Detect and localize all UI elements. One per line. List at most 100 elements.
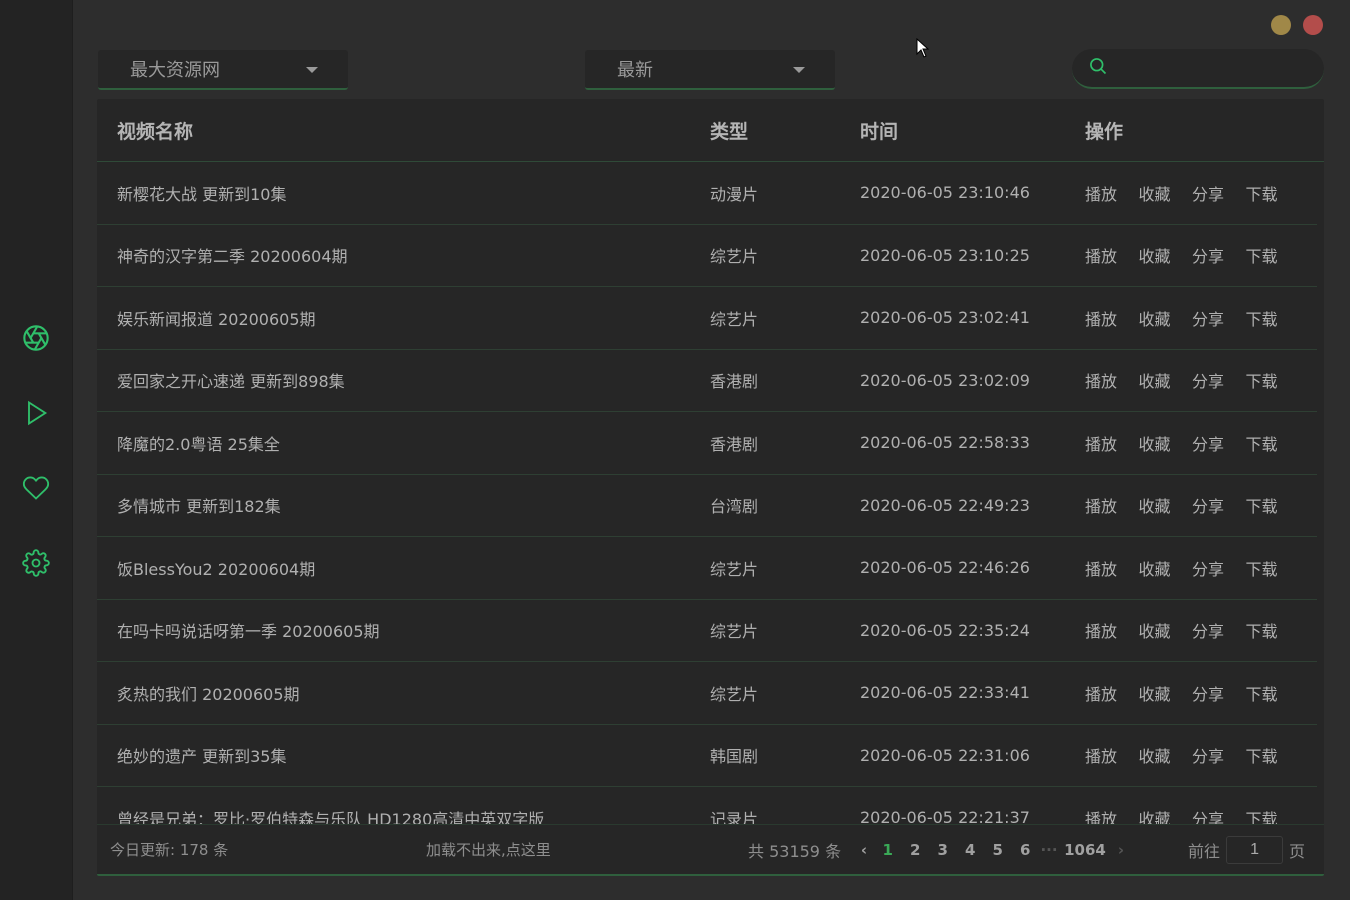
share-button[interactable]: 分享	[1192, 618, 1246, 642]
play-button[interactable]: 播放	[1085, 618, 1139, 642]
share-button[interactable]: 分享	[1192, 306, 1246, 330]
video-time: 2020-06-05 22:21:37	[860, 808, 1030, 824]
download-button[interactable]: 下载	[1246, 743, 1300, 767]
next-page-icon[interactable]: ›	[1111, 841, 1131, 859]
play-button[interactable]: 播放	[1085, 368, 1139, 392]
share-button[interactable]: 分享	[1192, 243, 1246, 267]
play-icon[interactable]	[18, 395, 54, 431]
video-name: 饭BlessYou2 20200604期	[117, 559, 316, 579]
row-actions: 播放 收藏 分享 下载	[1085, 493, 1317, 517]
video-name: 多情城市 更新到182集	[117, 497, 281, 517]
favorite-button[interactable]: 收藏	[1139, 368, 1193, 392]
play-button[interactable]: 播放	[1085, 431, 1139, 455]
page-number[interactable]: 2	[902, 841, 930, 859]
video-name: 降魔的2.0粤语 25集全	[117, 434, 280, 454]
download-button[interactable]: 下载	[1246, 368, 1300, 392]
goto-suffix: 页	[1289, 841, 1306, 861]
favorite-button[interactable]: 收藏	[1139, 493, 1193, 517]
mouse-cursor-icon	[916, 38, 930, 58]
page-number[interactable]: 6	[1012, 841, 1040, 859]
header-ops: 操作	[1085, 120, 1124, 143]
favorite-button[interactable]: 收藏	[1139, 681, 1193, 705]
close-button[interactable]	[1303, 15, 1323, 35]
play-button[interactable]: 播放	[1085, 493, 1139, 517]
gear-icon[interactable]	[18, 545, 54, 581]
table-row[interactable]: 神奇的汉字第二季 20200604期 综艺片 2020-06-05 23:10:25…	[97, 225, 1317, 287]
header-time: 时间	[860, 120, 899, 143]
search-box[interactable]	[1072, 49, 1324, 89]
source-select[interactable]: 最大资源网	[98, 50, 348, 90]
goto-page-input[interactable]	[1226, 835, 1284, 864]
favorite-button[interactable]: 收藏	[1139, 806, 1193, 824]
table-row[interactable]: 降魔的2.0粤语 25集全 香港剧 2020-06-05 22:58:33 播放 收藏分…	[97, 412, 1317, 475]
video-name: 神奇的汉字第二季 20200604期	[117, 247, 348, 267]
page-number[interactable]: 1	[874, 841, 902, 859]
table-row[interactable]: 娱乐新闻报道 20200605期 综艺片 2020-06-05 23:02:41 播放…	[97, 287, 1317, 350]
favorite-button[interactable]: 收藏	[1139, 306, 1193, 330]
reload-link[interactable]: 加载不出来,点这里	[426, 839, 551, 860]
download-button[interactable]: 下载	[1246, 243, 1300, 267]
table-row[interactable]: 新樱花大战 更新到10集 动漫片 2020-06-05 23:10:46 播放 收藏 分享…	[97, 162, 1317, 225]
share-button[interactable]: 分享	[1192, 181, 1246, 205]
caret-down-icon	[793, 67, 805, 73]
video-type: 综艺片	[710, 247, 759, 267]
share-button[interactable]: 分享	[1192, 806, 1246, 824]
video-type: 台湾剧	[710, 497, 759, 517]
row-actions: 播放 收藏 分享 下载	[1085, 243, 1317, 267]
favorite-button[interactable]: 收藏	[1139, 243, 1193, 267]
play-button[interactable]: 播放	[1085, 743, 1139, 767]
share-button[interactable]: 分享	[1192, 556, 1246, 580]
favorite-button[interactable]: 收藏	[1139, 743, 1193, 767]
play-button[interactable]: 播放	[1085, 306, 1139, 330]
download-button[interactable]: 下载	[1246, 556, 1300, 580]
play-button[interactable]: 播放	[1085, 556, 1139, 580]
last-page-number[interactable]: 1064	[1059, 841, 1111, 859]
download-button[interactable]: 下载	[1246, 181, 1300, 205]
minimize-button[interactable]	[1271, 15, 1291, 35]
page-ellipsis[interactable]: ···	[1039, 841, 1059, 859]
favorite-button[interactable]: 收藏	[1139, 618, 1193, 642]
table-row[interactable]: 曾经是兄弟：罗比·罗伯特森与乐队 HD1280高清中英双字版 记录片 2020-06…	[97, 787, 1317, 824]
download-button[interactable]: 下载	[1246, 306, 1300, 330]
video-name: 在吗卡吗说话呀第一季 20200605期	[117, 622, 380, 642]
download-button[interactable]: 下载	[1246, 431, 1300, 455]
heart-icon[interactable]	[18, 470, 54, 506]
video-time: 2020-06-05 22:35:24	[860, 620, 1030, 640]
page-number[interactable]: 5	[984, 841, 1012, 859]
table-row[interactable]: 饭BlessYou2 20200604期 综艺片 2020-06-05 22:46:…	[97, 537, 1317, 600]
video-time: 2020-06-05 22:31:06	[860, 745, 1030, 765]
goto-label: 前往	[1188, 841, 1221, 861]
download-button[interactable]: 下载	[1246, 618, 1300, 642]
share-button[interactable]: 分享	[1192, 681, 1246, 705]
download-button[interactable]: 下载	[1246, 493, 1300, 517]
share-button[interactable]: 分享	[1192, 493, 1246, 517]
sort-select[interactable]: 最新	[585, 50, 835, 90]
table-row[interactable]: 多情城市 更新到182集 台湾剧 2020-06-05 22:49:23 播放 收藏 分享…	[97, 475, 1317, 537]
video-time: 2020-06-05 22:33:41	[860, 683, 1030, 703]
today-update-count: 今日更新: 178 条	[110, 841, 229, 859]
play-button[interactable]: 播放	[1085, 181, 1139, 205]
play-button[interactable]: 播放	[1085, 243, 1139, 267]
table-row[interactable]: 在吗卡吗说话呀第一季 20200605期 综艺片 2020-06-05 22:35:…	[97, 600, 1317, 662]
page-number[interactable]: 4	[957, 841, 985, 859]
video-time: 2020-06-05 22:46:26	[860, 558, 1030, 578]
share-button[interactable]: 分享	[1192, 431, 1246, 455]
table-row[interactable]: 炙热的我们 20200605期 综艺片 2020-06-05 22:33:41 播放收…	[97, 662, 1317, 725]
page-number[interactable]: 3	[929, 841, 957, 859]
search-input[interactable]	[1118, 59, 1308, 77]
table-row[interactable]: 绝妙的遗产 更新到35集 韩国剧 2020-06-05 22:31:06 播放 收藏 分享…	[97, 725, 1317, 787]
download-button[interactable]: 下载	[1246, 681, 1300, 705]
prev-page-icon[interactable]: ‹	[854, 841, 874, 859]
play-button[interactable]: 播放	[1085, 806, 1139, 824]
download-button[interactable]: 下载	[1246, 806, 1300, 824]
share-button[interactable]: 分享	[1192, 368, 1246, 392]
aperture-icon[interactable]	[18, 320, 54, 356]
row-actions: 播放 收藏 分享 下载	[1085, 181, 1317, 205]
favorite-button[interactable]: 收藏	[1139, 181, 1193, 205]
favorite-button[interactable]: 收藏	[1139, 556, 1193, 580]
video-type: 香港剧	[710, 434, 759, 454]
play-button[interactable]: 播放	[1085, 681, 1139, 705]
favorite-button[interactable]: 收藏	[1139, 431, 1193, 455]
share-button[interactable]: 分享	[1192, 743, 1246, 767]
table-row[interactable]: 爱回家之开心速递 更新到898集 香港剧 2020-06-05 23:02:09 播放…	[97, 350, 1317, 412]
